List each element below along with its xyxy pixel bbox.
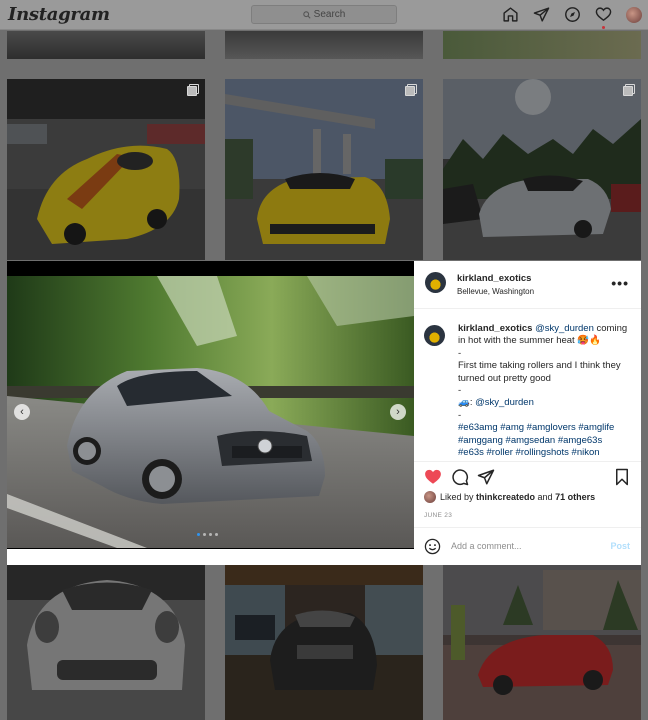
notification-dot [602, 26, 605, 29]
carousel-dot [209, 533, 212, 536]
post-location[interactable]: Bellevue, Washington [457, 287, 534, 296]
post-modal: ‹ › kirkland_exotics Bellevue, Washingto… [7, 261, 641, 565]
post-media: ‹ › [7, 261, 414, 549]
author-username[interactable]: kirkland_exotics [457, 273, 531, 284]
carousel-dot [197, 533, 200, 536]
likes-middle: and [535, 492, 556, 502]
grid-tile[interactable] [443, 79, 641, 260]
caption-photographer: 🚙: @sky_durden [424, 397, 634, 409]
grid-tile[interactable] [7, 79, 205, 260]
grid-tile[interactable] [225, 31, 423, 59]
post-actions [414, 461, 641, 490]
liker-avatar [424, 491, 436, 503]
author-avatar[interactable] [425, 272, 446, 293]
photographer-mention[interactable]: @sky_durden [475, 397, 534, 408]
caption-hashtags[interactable]: #amggang #amgsedan #amge63s [424, 435, 634, 447]
grid-tile[interactable] [443, 31, 641, 59]
post-date[interactable]: JUNE 23 [424, 512, 452, 519]
carousel-dot [203, 533, 206, 536]
carousel-next-button[interactable]: › [390, 404, 406, 420]
search-icon [302, 10, 311, 19]
caption-dash: - [458, 347, 462, 359]
comment-bar: Add a comment... Post [414, 527, 641, 565]
caption-avatar[interactable] [424, 325, 445, 346]
carousel-dot [215, 533, 218, 536]
grid-tile[interactable] [443, 565, 641, 720]
comment-icon[interactable] [451, 468, 469, 486]
home-icon[interactable] [502, 6, 519, 23]
heart-outline-icon [595, 7, 612, 22]
grid-photo [225, 79, 423, 260]
caption-text-2: First time taking rollers and I think th… [458, 360, 621, 384]
likes-text: Liked by thinkcreatedo and 71 others [440, 492, 595, 502]
save-bookmark-icon[interactable] [613, 468, 631, 486]
grid-photo [7, 565, 205, 720]
caption-dash: - [458, 385, 462, 397]
multi-photo-icon [187, 84, 199, 96]
post-caption: kirkland_exotics @sky_durden coming in h… [424, 323, 634, 459]
top-nav: Instagram Search [0, 0, 648, 30]
grid-photo [225, 565, 423, 720]
search-placeholder: Search [313, 9, 346, 20]
likes-count[interactable]: 71 others [555, 492, 595, 502]
profile-avatar[interactable] [626, 6, 642, 23]
grid-tile[interactable] [225, 79, 423, 260]
post-photo [7, 276, 414, 548]
explore-icon[interactable] [564, 6, 581, 23]
likes-summary: Liked by thinkcreatedo and 71 others [424, 491, 595, 503]
multi-photo-icon [623, 84, 635, 96]
comment-input[interactable]: Add a comment... [451, 541, 522, 551]
car-emoji: 🚙: [458, 397, 476, 409]
grid-tile[interactable] [7, 565, 205, 720]
caption-username[interactable]: kirkland_exotics [458, 323, 532, 334]
direct-messages-icon[interactable] [533, 6, 550, 23]
liker-username[interactable]: thinkcreatedo [476, 492, 535, 502]
search-input[interactable]: Search [251, 5, 397, 24]
carousel-prev-button[interactable]: ‹ [14, 404, 30, 420]
multi-photo-icon [405, 84, 417, 96]
post-comment-button[interactable]: Post [610, 541, 630, 551]
caption-dash: - [458, 409, 462, 421]
instagram-logo[interactable]: Instagram [8, 4, 110, 25]
likes-prefix: Liked by [440, 492, 477, 502]
grid-tile[interactable] [225, 565, 423, 720]
post-sidebar: kirkland_exotics Bellevue, Washington ••… [414, 261, 641, 565]
carousel-indicator [197, 533, 218, 536]
share-icon[interactable] [477, 468, 495, 486]
caption-first-line: kirkland_exotics @sky_durden coming in h… [424, 323, 634, 348]
grid-photo [7, 79, 205, 260]
more-options-button[interactable]: ••• [611, 275, 629, 291]
activity-button[interactable] [595, 6, 612, 29]
grid-photo [443, 565, 641, 720]
caption-hashtags[interactable]: #e63s #roller #rollingshots #nikon [424, 447, 634, 459]
grid-photo [443, 79, 641, 260]
caption-hashtags[interactable]: #e63amg #amg #amglovers #amglife [424, 422, 634, 434]
like-heart-icon[interactable] [424, 468, 442, 486]
caption-mention[interactable]: @sky_durden [535, 323, 594, 334]
emoji-icon[interactable] [424, 538, 441, 555]
grid-tile[interactable] [7, 31, 205, 59]
post-header: kirkland_exotics Bellevue, Washington ••… [414, 261, 641, 309]
